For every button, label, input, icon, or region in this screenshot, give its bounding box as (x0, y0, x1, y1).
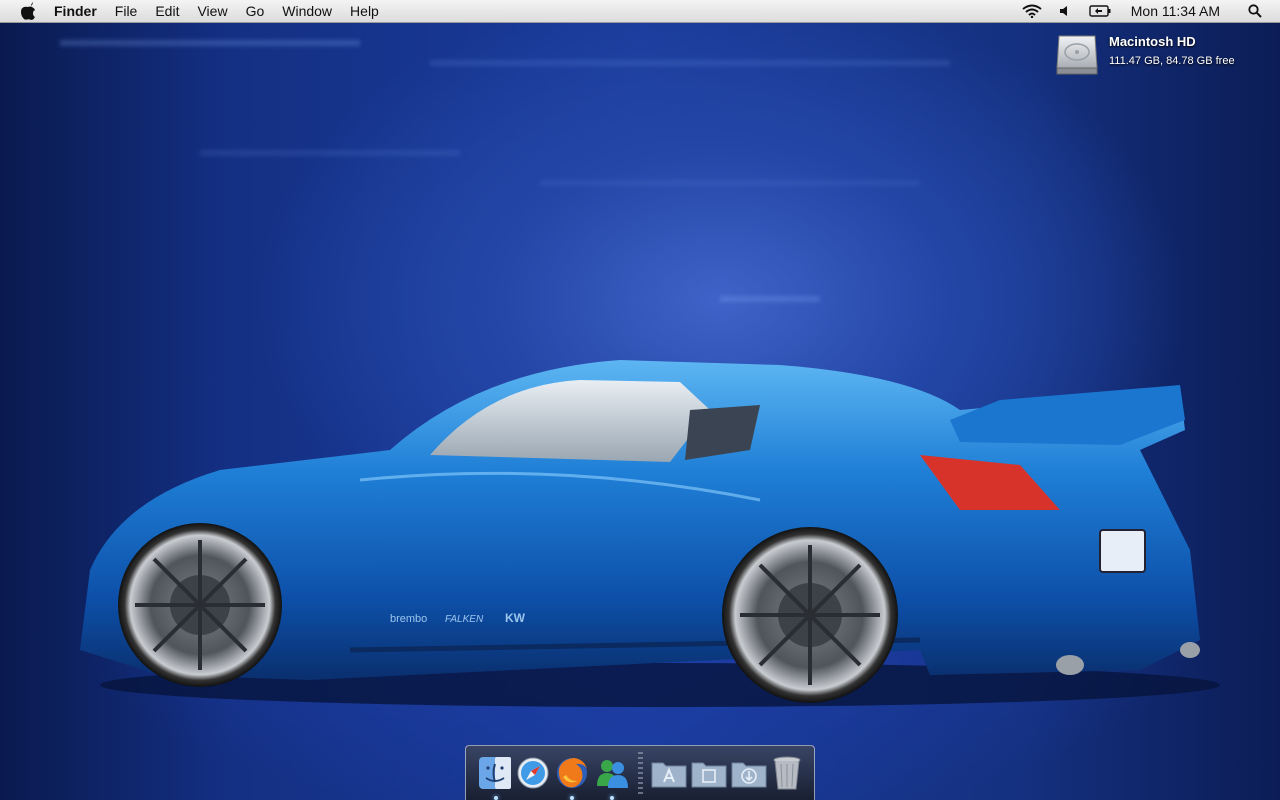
spotlight-search-icon[interactable] (1244, 2, 1266, 20)
firefox-icon (557, 758, 587, 788)
dock-trash[interactable] (771, 755, 802, 791)
battery-icon[interactable] (1089, 2, 1111, 20)
status-area: Mon 11:34 AM (1015, 0, 1280, 22)
dock-separator (638, 752, 644, 794)
menu-edit[interactable]: Edit (146, 0, 188, 22)
applications-folder-icon (651, 762, 687, 788)
volume-icon[interactable] (1055, 2, 1077, 20)
decal-falken: FALKEN (445, 614, 484, 625)
dock-stack-applications[interactable] (651, 755, 687, 791)
downloads-folder-icon (731, 762, 767, 788)
menu-file[interactable]: File (106, 0, 147, 22)
desktop-drive-macintosh-hd[interactable]: Macintosh HD 111.47 GB, 84.78 GB free (1055, 34, 1235, 76)
dock-firefox[interactable] (554, 755, 590, 800)
hard-drive-icon (1055, 34, 1099, 76)
trash-icon (773, 756, 801, 790)
menu-bar: Finder File Edit View Go Window Help Mon… (0, 0, 1280, 23)
decal-kw: KW (505, 611, 526, 625)
wifi-icon[interactable] (1021, 2, 1043, 20)
drive-info: 111.47 GB, 84.78 GB free (1109, 55, 1235, 67)
dock-safari[interactable] (516, 755, 550, 791)
documents-folder-icon (691, 762, 727, 788)
dock-finder[interactable] (478, 755, 512, 800)
dock-stack-downloads[interactable] (731, 755, 767, 791)
apple-icon[interactable] (18, 2, 38, 20)
menu-app-finder[interactable]: Finder (54, 0, 106, 22)
desktop[interactable]: brembo FALKEN KW (0, 0, 1280, 800)
menu-help[interactable]: Help (341, 0, 388, 22)
menu-go[interactable]: Go (237, 0, 274, 22)
menu-window[interactable]: Window (273, 0, 341, 22)
menu-view[interactable]: View (188, 0, 236, 22)
decal-brembo: brembo (390, 613, 427, 625)
drive-name: Macintosh HD (1109, 34, 1196, 49)
dock-messenger[interactable] (594, 755, 630, 800)
dock (465, 745, 815, 800)
finder-icon (479, 757, 511, 789)
menu-clock[interactable]: Mon 11:34 AM (1131, 3, 1220, 19)
safari-icon (517, 757, 549, 789)
wallpaper-car: brembo FALKEN KW (80, 360, 1220, 707)
dock-stack-documents[interactable] (691, 755, 727, 791)
messenger-icon (597, 760, 628, 788)
